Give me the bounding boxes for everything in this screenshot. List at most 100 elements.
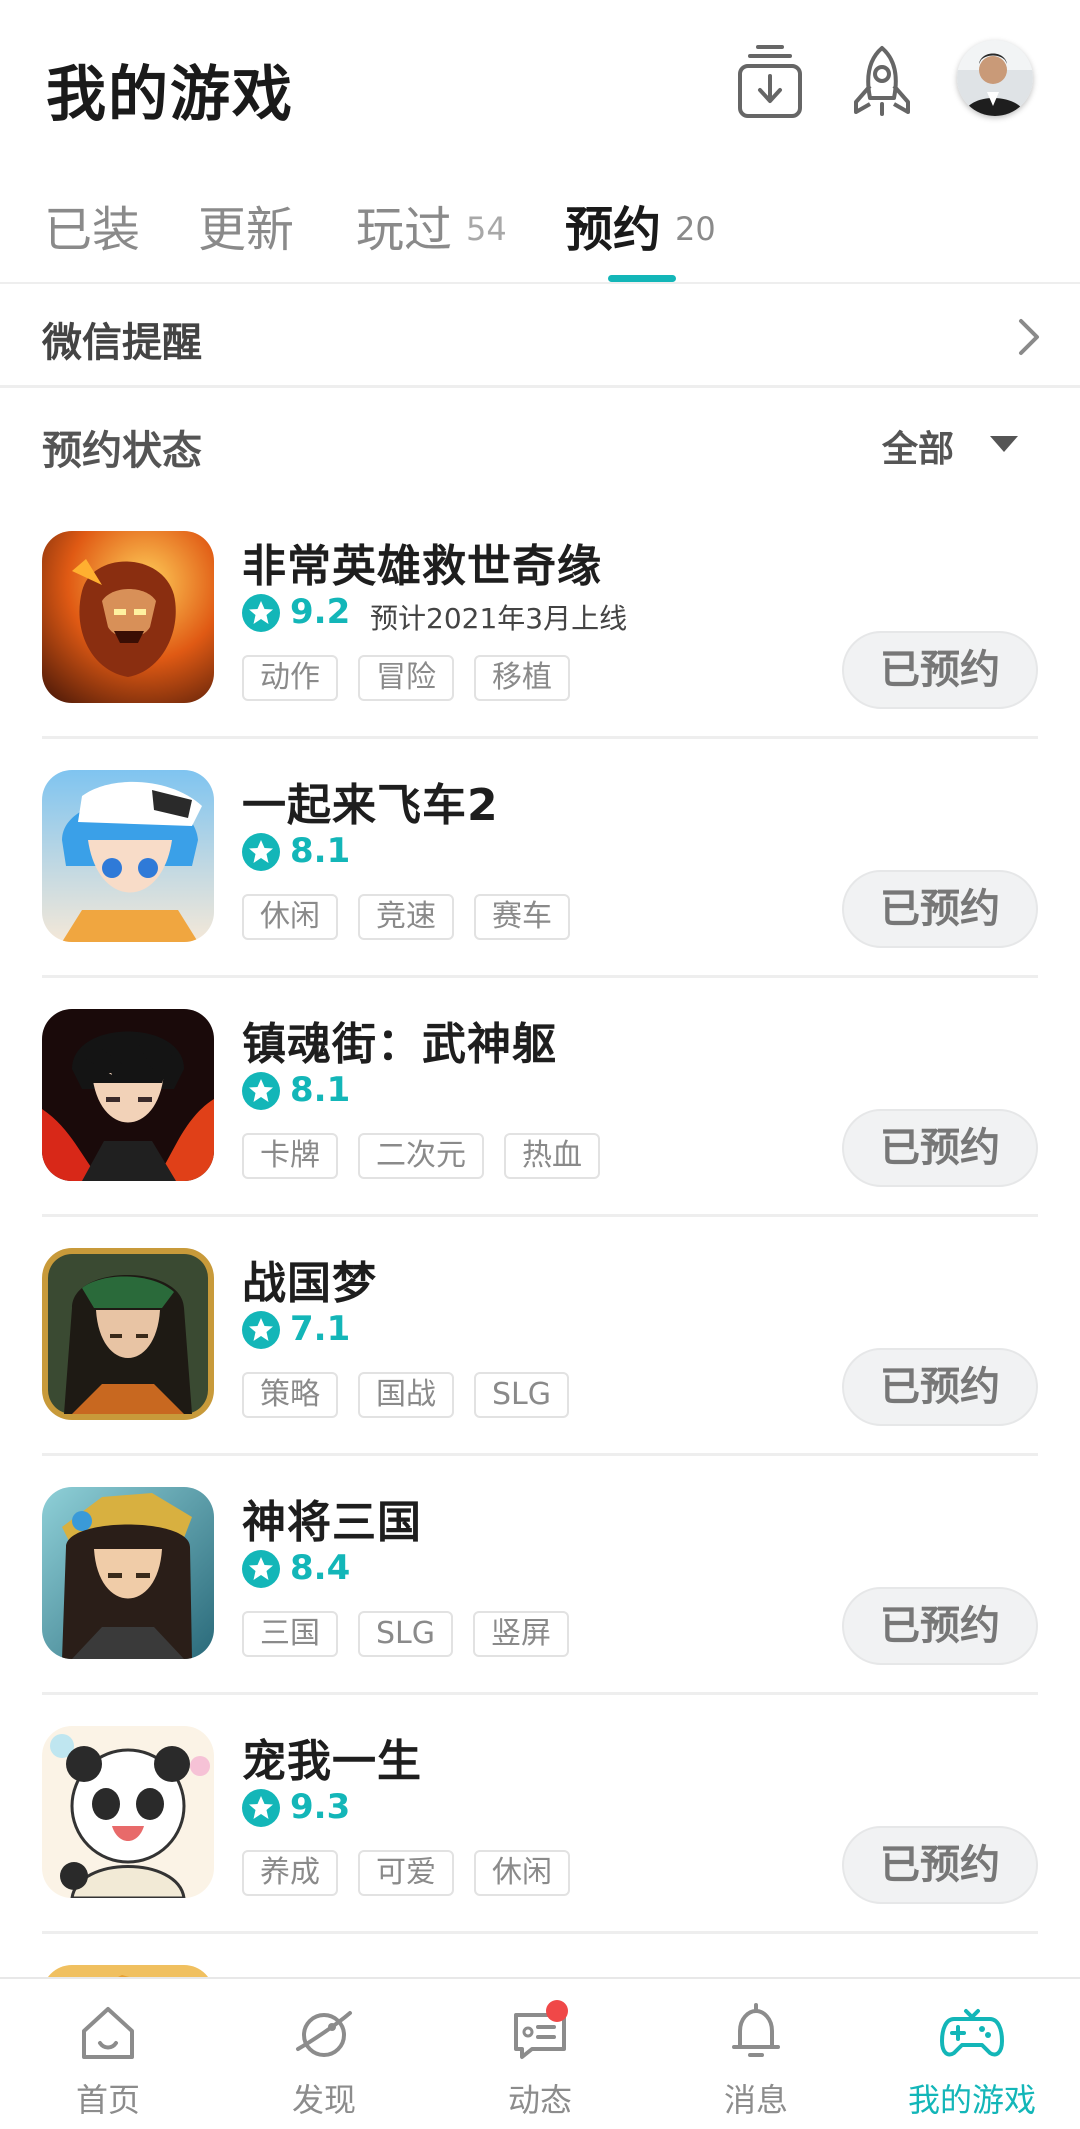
reserved-button[interactable]: 已预约 (842, 1348, 1038, 1426)
game-tag[interactable]: 养成 (242, 1850, 338, 1896)
game-tags: 养成 可爱 休闲 (242, 1850, 570, 1896)
game-score: 9.2 (290, 592, 351, 632)
tab-label: 更新 (198, 202, 295, 258)
reserved-button[interactable]: 已预约 (842, 1109, 1038, 1187)
discover-icon (296, 2011, 352, 2057)
nav-home[interactable]: 首页 (0, 1979, 216, 2129)
game-title[interactable]: 战国梦 (242, 1247, 377, 1311)
header: 我的游戏 (0, 0, 1080, 170)
star-icon (242, 1789, 280, 1827)
game-item[interactable]: 一起来飞车2 8.1 休闲 竞速 赛车 已预约 (0, 739, 1080, 978)
game-tag[interactable]: 休闲 (474, 1850, 570, 1896)
chevron-right-icon (1019, 319, 1039, 355)
active-tab-indicator (608, 275, 676, 282)
reserved-games-list: 非常英雄救世奇缘 9.2 预计2021年3月上线 动作 冒险 移植 已预约 一起… (0, 500, 1080, 1994)
game-tag[interactable]: 冒险 (358, 655, 454, 701)
game-item[interactable]: 非常英雄救世奇缘 9.2 预计2021年3月上线 动作 冒险 移植 已预约 (0, 500, 1080, 739)
game-tag[interactable]: 可爱 (358, 1850, 454, 1896)
caret-down-icon[interactable] (990, 436, 1018, 452)
game-item[interactable]: 镇魂街：武神躯 8.1 卡牌 二次元 热血 已预约 (0, 978, 1080, 1217)
game-tags: 休闲 竞速 赛车 (242, 894, 570, 940)
gamepad-icon (940, 2009, 1004, 2057)
tab-updates[interactable]: 更新 (198, 190, 294, 260)
game-score: 7.1 (290, 1309, 351, 1349)
nav-label: 消息 (723, 2081, 788, 2119)
game-tags: 动作 冒险 移植 (242, 655, 570, 701)
home-icon (82, 2007, 134, 2059)
game-tag[interactable]: 热血 (504, 1133, 600, 1179)
nav-feed[interactable]: 动态 (432, 1979, 648, 2129)
game-cover-image[interactable] (42, 1487, 214, 1659)
game-tag[interactable]: 国战 (358, 1372, 454, 1418)
star-icon (242, 833, 280, 871)
game-cover-image[interactable] (42, 770, 214, 942)
game-item[interactable]: 宠我一生 9.3 养成 可爱 休闲 已预约 (0, 1695, 1080, 1934)
game-tag[interactable]: 三国 (242, 1611, 338, 1657)
game-tag[interactable]: 赛车 (474, 894, 570, 940)
game-tag[interactable]: 竖屏 (473, 1611, 570, 1657)
reservation-status-row: 预约状态 全部 (0, 390, 1080, 500)
rocket-icon[interactable] (846, 44, 918, 120)
reservation-status-label: 预约状态 (42, 428, 202, 474)
game-item[interactable]: 神将三国 8.4 三国 SLG 竖屏 已预约 (0, 1456, 1080, 1695)
status-filter-dropdown[interactable]: 全部 (882, 420, 954, 472)
star-icon (242, 1550, 280, 1588)
game-title[interactable]: 宠我一生 (242, 1725, 422, 1789)
tab-bar: 已装 更新 玩过 54 预约 20 (0, 180, 1080, 284)
game-tag[interactable]: SLG (358, 1611, 454, 1657)
nav-label: 我的游戏 (907, 2081, 1036, 2119)
game-cover-image[interactable] (42, 1248, 214, 1420)
reserved-button[interactable]: 已预约 (842, 870, 1038, 948)
game-title[interactable]: 一起来飞车2 (242, 769, 499, 833)
reserved-button[interactable]: 已预约 (842, 1587, 1038, 1665)
game-tag[interactable]: 竞速 (358, 894, 454, 940)
page-title: 我的游戏 (46, 60, 294, 130)
tab-label: 玩过 (356, 202, 453, 258)
notification-dot (546, 2000, 568, 2022)
game-cover-image[interactable] (42, 531, 214, 703)
game-score: 8.1 (290, 831, 351, 871)
game-cover-image[interactable] (42, 1726, 214, 1898)
nav-my-games[interactable]: 我的游戏 (864, 1979, 1080, 2129)
wechat-reminder-label: 微信提醒 (42, 320, 202, 366)
tab-installed[interactable]: 已装 (44, 190, 140, 260)
tab-count: 20 (675, 210, 716, 248)
user-avatar[interactable] (957, 40, 1033, 116)
game-tag[interactable]: 移植 (474, 655, 570, 701)
nav-discover[interactable]: 发现 (216, 1979, 432, 2129)
tab-label: 已装 (44, 202, 141, 258)
game-tags: 策略 国战 SLG (242, 1372, 570, 1418)
star-icon (242, 594, 280, 632)
tab-count: 54 (466, 210, 507, 248)
game-item[interactable]: 战国梦 7.1 策略 国战 SLG 已预约 (0, 1217, 1080, 1456)
star-icon (242, 1072, 280, 1110)
reserved-button[interactable]: 已预约 (842, 631, 1038, 709)
game-score: 8.1 (290, 1070, 351, 1110)
game-title[interactable]: 镇魂街：武神躯 (242, 1008, 557, 1072)
game-title[interactable]: 神将三国 (242, 1486, 422, 1550)
release-date: 预计2021年3月上线 (370, 602, 628, 635)
tab-reserved[interactable]: 预约 20 (565, 190, 716, 260)
game-score: 8.4 (290, 1548, 351, 1588)
wechat-reminder-row[interactable]: 微信提醒 (0, 286, 1080, 388)
download-manager-icon[interactable] (734, 44, 806, 120)
nav-label: 首页 (75, 2081, 140, 2119)
game-title[interactable]: 非常英雄救世奇缘 (242, 530, 602, 594)
tab-label: 预约 (565, 202, 662, 258)
game-tag[interactable]: 卡牌 (242, 1133, 338, 1179)
game-tags: 卡牌 二次元 热血 (242, 1133, 600, 1179)
star-icon (242, 1311, 280, 1349)
game-tag[interactable]: 休闲 (242, 894, 338, 940)
tab-played[interactable]: 玩过 54 (356, 190, 507, 260)
nav-label: 发现 (291, 2081, 356, 2119)
game-tags: 三国 SLG 竖屏 (242, 1611, 570, 1657)
reserved-button[interactable]: 已预约 (842, 1826, 1038, 1904)
game-tag[interactable]: 策略 (242, 1372, 338, 1418)
game-cover-image[interactable] (42, 1009, 214, 1181)
bottom-navigation: 首页 发现 动态 消息 我的游戏 (0, 1977, 1080, 2129)
nav-messages[interactable]: 消息 (648, 1979, 864, 2129)
game-tag[interactable]: 动作 (242, 655, 338, 701)
bell-icon (732, 2003, 780, 2057)
game-tag[interactable]: SLG (474, 1372, 570, 1418)
game-tag[interactable]: 二次元 (358, 1133, 484, 1179)
